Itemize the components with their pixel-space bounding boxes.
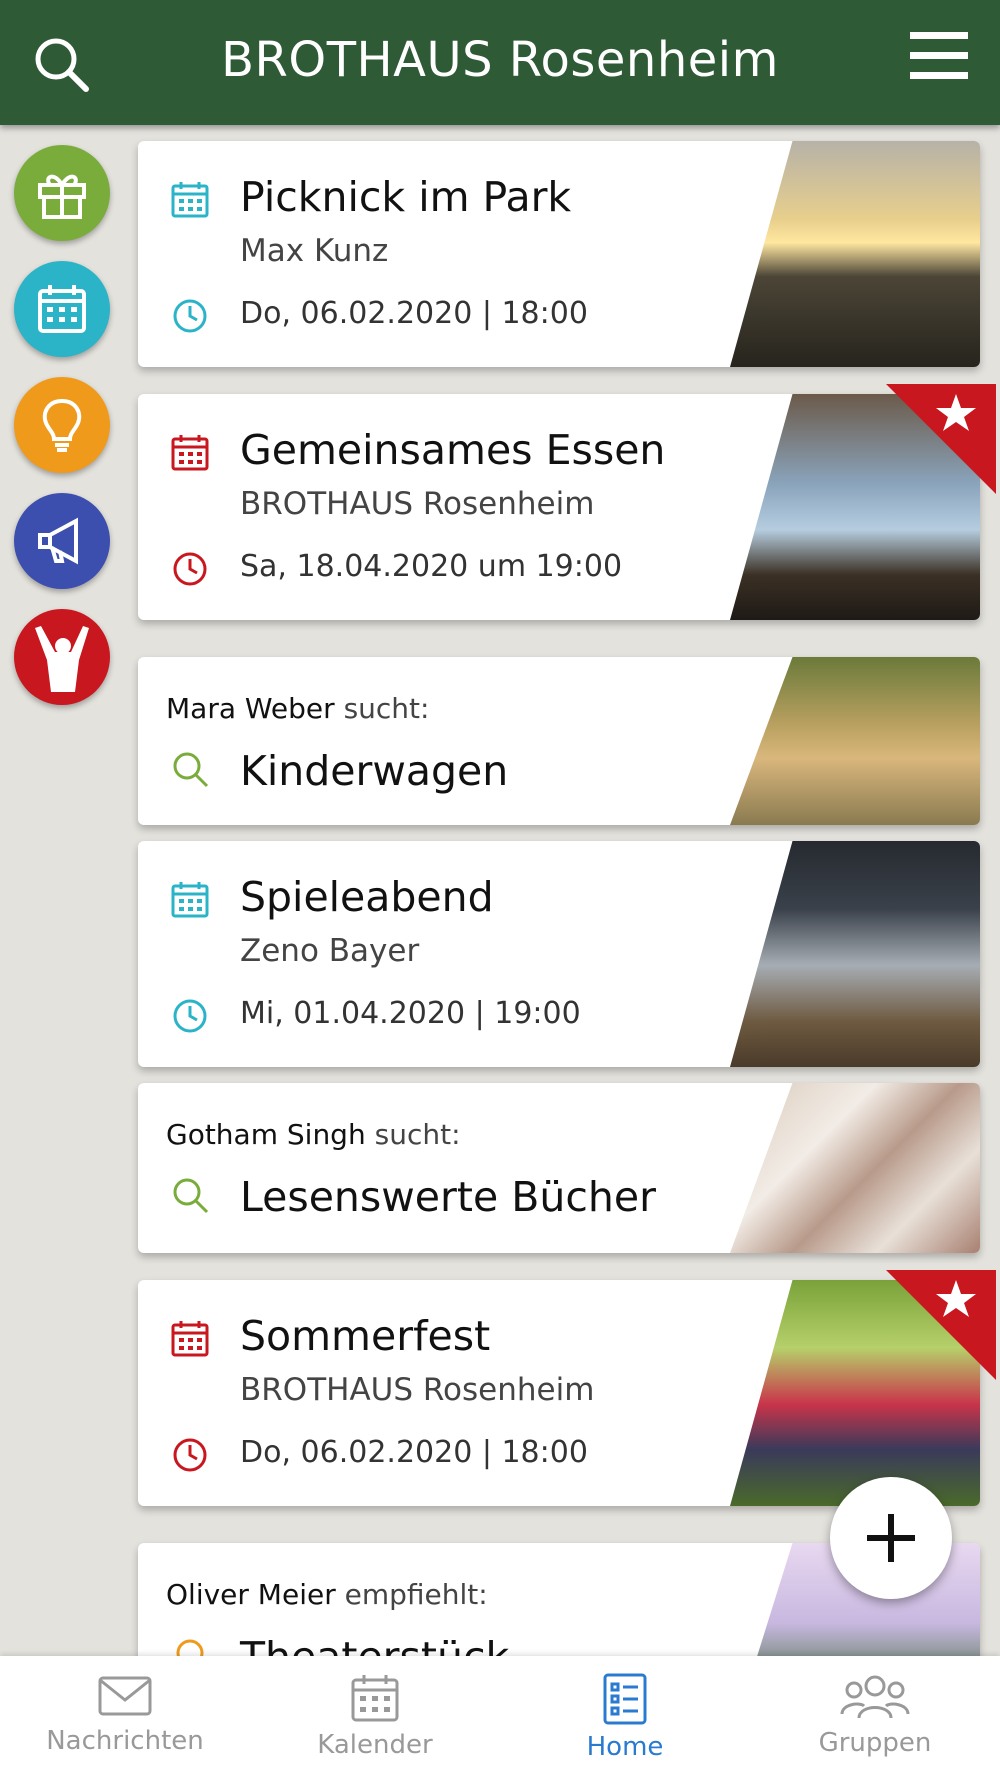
event-title: Spieleabend [240,873,494,921]
tab-gruppen[interactable]: Gruppen [750,1656,1000,1778]
page-title: BROTHAUS Rosenheim [221,32,779,88]
bottom-tab-bar: Nachrichten Kalender Home Gruppen [0,1656,1000,1778]
event-datetime: Sa, 18.04.2020 um 19:00 [240,549,623,584]
tab-label: Home [586,1732,664,1762]
recommend-author-line: Oliver Meier empfiehlt: [166,1578,488,1611]
category-calendar-button[interactable] [14,261,110,357]
envelope-icon [98,1676,152,1716]
tab-label: Gruppen [818,1728,932,1758]
search-photo [730,657,980,825]
calendar-icon [171,1321,209,1357]
featured-star-ribbon [886,384,996,494]
search-author-line: Mara Weber sucht: [166,692,429,725]
gift-icon [38,174,86,219]
calendar-icon [171,182,209,218]
category-idea-button[interactable] [14,377,110,473]
group-icon [840,1675,910,1719]
tab-label: Kalender [317,1730,433,1760]
calendar-icon [351,1675,399,1722]
tab-label: Nachrichten [46,1726,204,1756]
category-gift-button[interactable] [14,145,110,241]
event-datetime: Mi, 01.04.2020 | 19:00 [240,996,581,1031]
event-card[interactable]: Picknick im Park Max Kunz Do, 06.02.2020… [138,141,980,367]
event-photo [730,841,980,1067]
search-card[interactable]: Mara Weber sucht: Kinderwagen [138,657,980,825]
featured-star-ribbon [886,1270,996,1380]
event-datetime: Do, 06.02.2020 | 18:00 [240,296,588,331]
category-rail [14,145,112,725]
event-organizer: BROTHAUS Rosenheim [240,486,595,522]
event-organizer: Zeno Bayer [240,933,420,969]
clock-icon [173,999,207,1033]
cheering-person-icon [35,626,89,692]
author-action: sucht: [343,692,430,725]
clock-icon [173,1438,207,1472]
search-icon [173,1178,209,1214]
search-icon [173,752,209,788]
list-icon [603,1673,647,1725]
hamburger-menu-icon[interactable] [910,30,968,82]
event-photo [730,141,980,367]
event-card[interactable]: Gemeinsames Essen BROTHAUS Rosenheim Sa,… [138,394,980,620]
author-name: Mara Weber [166,692,335,725]
event-datetime: Do, 06.02.2020 | 18:00 [240,1435,588,1470]
author-name: Oliver Meier [166,1578,336,1611]
tab-nachrichten[interactable]: Nachrichten [0,1656,250,1778]
event-title: Gemeinsames Essen [240,426,666,474]
clock-icon [173,552,207,586]
search-author-line: Gotham Singh sucht: [166,1118,461,1151]
event-card[interactable]: Sommerfest BROTHAUS Rosenheim Do, 06.02.… [138,1280,980,1506]
search-title: Lesenswerte Bücher [240,1173,656,1221]
tab-home[interactable]: Home [500,1656,750,1778]
search-title: Kinderwagen [240,747,509,795]
search-card[interactable]: Gotham Singh sucht: Lesenswerte Bücher [138,1083,980,1253]
calendar-icon [38,285,86,333]
megaphone-icon [38,517,78,565]
clock-icon [173,299,207,333]
event-title: Sommerfest [240,1312,491,1360]
app-header: BROTHAUS Rosenheim [0,0,1000,125]
author-action: sucht: [374,1118,461,1151]
add-button[interactable] [830,1477,952,1599]
search-photo [730,1083,980,1253]
event-card[interactable]: Spieleabend Zeno Bayer Mi, 01.04.2020 | … [138,841,980,1067]
author-action: empfiehlt: [344,1578,488,1611]
calendar-icon [171,882,209,918]
event-organizer: BROTHAUS Rosenheim [240,1372,595,1408]
event-organizer: Max Kunz [240,233,389,269]
calendar-icon [171,435,209,471]
category-announce-button[interactable] [14,493,110,589]
tab-kalender[interactable]: Kalender [250,1656,500,1778]
lightbulb-icon [42,398,82,452]
event-title: Picknick im Park [240,173,572,221]
category-cheer-button[interactable] [14,609,110,705]
plus-icon [867,1514,915,1562]
author-name: Gotham Singh [166,1118,366,1151]
